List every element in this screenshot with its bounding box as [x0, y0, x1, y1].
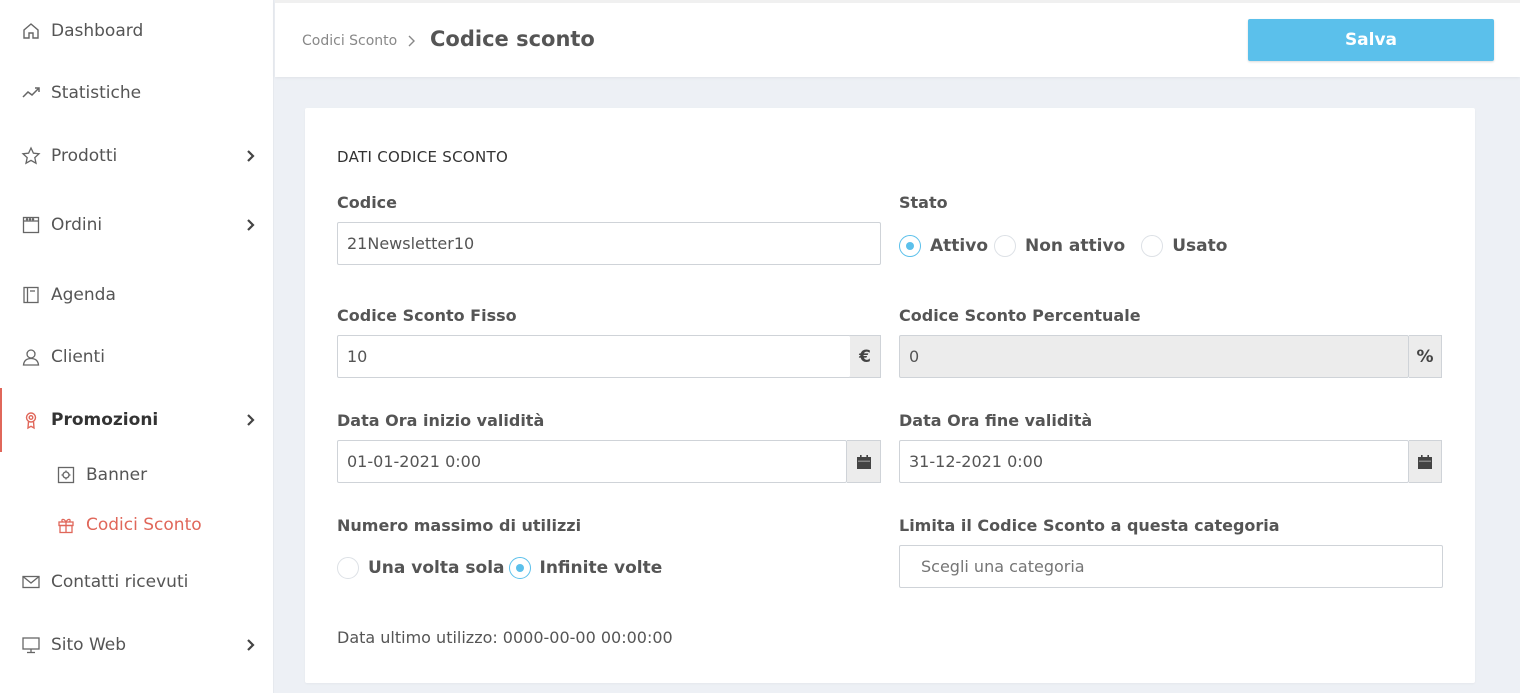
stato-option-non-attivo[interactable]: Non attivo [994, 235, 1125, 257]
sidebar-item-label: Dashboard [51, 21, 144, 41]
radio-unchecked[interactable] [994, 235, 1016, 257]
codice-label: Codice [337, 193, 398, 212]
ultimo-utilizzo: Data ultimo utilizzo: 0000-00-00 00:00:00 [337, 628, 673, 647]
mail-icon [20, 571, 42, 593]
radio-checked[interactable] [508, 557, 531, 579]
sidebar: Dashboard Statistiche Prodotti Ordini Ag… [0, 0, 274, 693]
trend-icon [20, 82, 42, 104]
sidebar-item-contatti-ricevuti[interactable]: Contatti ricevuti [0, 562, 274, 602]
banner-icon [55, 464, 77, 486]
fine-datetime-input[interactable] [899, 440, 1409, 483]
badge-icon [20, 409, 42, 431]
ultimo-utilizzo-value: 0000-00-00 00:00:00 [502, 628, 673, 647]
stato-label: Stato [899, 193, 948, 212]
sidebar-item-label: Ordini [51, 215, 103, 235]
ultimo-utilizzo-label: Data ultimo utilizzo: [337, 628, 498, 647]
radio-checked[interactable] [899, 235, 921, 257]
categoria-label: Limita il Codice Sconto a questa categor… [899, 516, 1280, 535]
stato-radio-group: Attivo Non attivo Usato [899, 235, 1243, 257]
topbar: Codici Sconto Codice sconto Salva [275, 0, 1520, 77]
book-icon [20, 284, 42, 306]
sidebar-item-label: Clienti [51, 347, 105, 367]
codice-input[interactable] [337, 222, 881, 265]
sidebar-subitem-banner[interactable]: Banner [55, 459, 147, 491]
radio-label: Una volta sola [368, 558, 505, 578]
monitor-icon [20, 634, 42, 656]
utilizzi-label: Numero massimo di utilizzi [337, 516, 582, 535]
radio-unchecked[interactable] [1141, 235, 1164, 257]
categoria-select[interactable] [899, 545, 1443, 588]
sconto-fisso-label: Codice Sconto Fisso [337, 306, 517, 325]
sidebar-subitem-label: Banner [86, 465, 148, 485]
euro-addon: € [850, 335, 881, 378]
sidebar-item-label: Agenda [51, 285, 116, 305]
sidebar-item-prodotti[interactable]: Prodotti [0, 136, 274, 176]
calendar-icon [856, 454, 871, 469]
chevron-right-icon [247, 639, 255, 651]
sidebar-item-agenda[interactable]: Agenda [0, 275, 274, 315]
sidebar-item-statistiche[interactable]: Statistiche [0, 73, 274, 113]
sidebar-subitem-codici-sconto[interactable]: Codici Sconto [55, 509, 202, 541]
sconto-fisso-input[interactable] [337, 335, 851, 378]
radio-label: Non attivo [1025, 236, 1126, 256]
sidebar-item-label: Contatti ricevuti [51, 572, 189, 592]
sconto-percentuale-input[interactable] [899, 335, 1409, 378]
sidebar-item-label: Promozioni [51, 410, 159, 430]
fine-label: Data Ora fine validità [899, 411, 1093, 430]
inizio-label: Data Ora inizio validità [337, 411, 545, 430]
form-card: DATI CODICE SCONTO Codice Stato Attivo N… [305, 108, 1475, 683]
inizio-calendar-button[interactable] [847, 440, 881, 483]
sidebar-item-dashboard[interactable]: Dashboard [0, 11, 274, 51]
inizio-datetime-input[interactable] [337, 440, 847, 483]
radio-label: Attivo [930, 236, 988, 256]
fine-calendar-button[interactable] [1409, 440, 1442, 483]
calendar-icon [1418, 454, 1432, 469]
save-button[interactable]: Salva [1248, 19, 1494, 61]
user-icon [20, 346, 42, 368]
home-icon [20, 20, 42, 42]
star-icon [20, 145, 42, 167]
chevron-right-icon [247, 150, 255, 162]
sidebar-item-label: Statistiche [51, 83, 142, 103]
sconto-percentuale-label: Codice Sconto Percentuale [899, 306, 1141, 325]
radio-unchecked[interactable] [337, 557, 359, 579]
percent-addon: % [1409, 335, 1442, 378]
sidebar-item-label: Prodotti [51, 146, 118, 166]
chevron-right-icon [408, 35, 415, 47]
stato-option-usato[interactable]: Usato [1141, 235, 1227, 257]
sidebar-item-ordini[interactable]: Ordini [0, 205, 274, 245]
stato-option-attivo[interactable]: Attivo [899, 235, 988, 257]
utilizzi-option-infinite[interactable]: Infinite volte [508, 557, 663, 579]
sidebar-item-label: Sito Web [51, 635, 127, 655]
chevron-right-icon [247, 414, 255, 426]
sidebar-item-sito-web[interactable]: Sito Web [0, 625, 274, 665]
radio-label: Infinite volte [539, 558, 663, 578]
radio-label: Usato [1172, 236, 1228, 256]
utilizzi-radio-group: Una volta sola Infinite volte [337, 557, 678, 579]
sidebar-subitem-label: Codici Sconto [86, 515, 202, 535]
utilizzi-option-una-volta[interactable]: Una volta sola [337, 557, 505, 579]
page-title: Codice sconto [430, 27, 595, 51]
sidebar-item-clienti[interactable]: Clienti [0, 337, 274, 377]
sidebar-item-promozioni[interactable]: Promozioni [0, 388, 274, 452]
calendar-icon [20, 214, 42, 236]
breadcrumb-link[interactable]: Codici Sconto [302, 33, 397, 49]
section-title: DATI CODICE SCONTO [337, 148, 509, 166]
gift-icon [55, 514, 77, 536]
chevron-right-icon [247, 219, 255, 231]
